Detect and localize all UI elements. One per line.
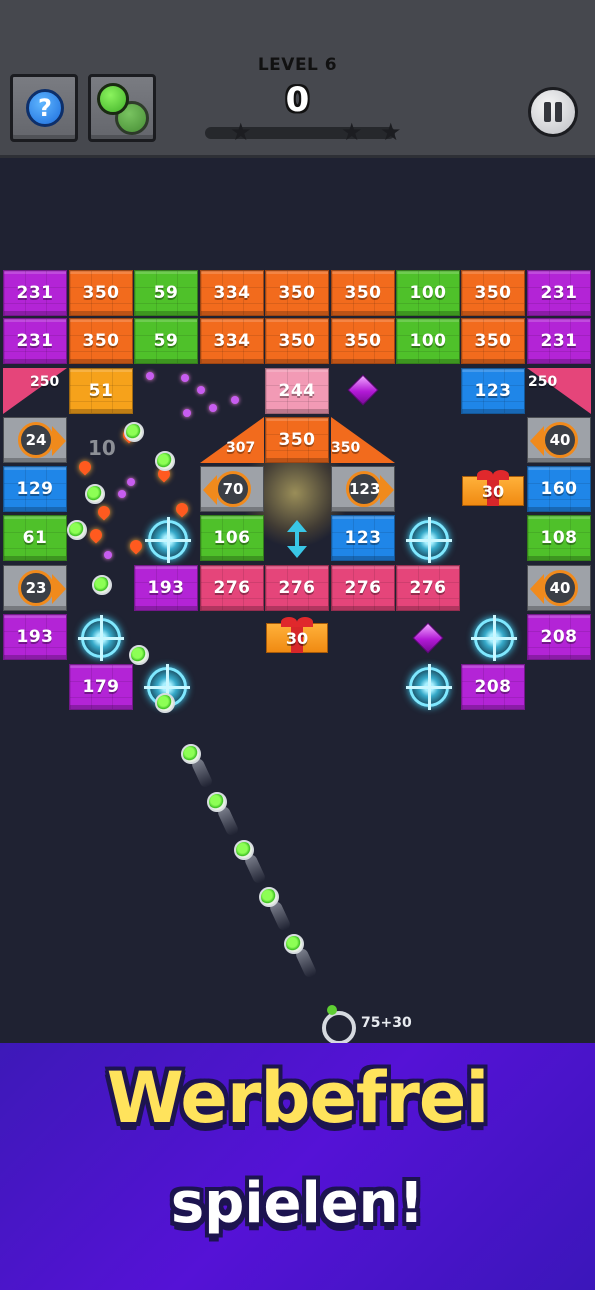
brick: 59 (134, 270, 198, 316)
spark (104, 551, 112, 559)
brick: 208 (461, 664, 525, 710)
promo-subtitle: spielen! (170, 1171, 425, 1236)
brick: 231 (527, 270, 591, 316)
spark (231, 396, 239, 404)
ball (207, 792, 227, 812)
game-board[interactable]: 231 350 59 334 350 350 100 350 231 231 3… (0, 158, 595, 1045)
flame (95, 503, 113, 521)
spark (209, 404, 217, 412)
top-hud: ? LEVEL 6 0 ★ ★ ★ (0, 0, 595, 158)
crosshair-powerup-icon (78, 615, 124, 661)
brick: 334 (200, 270, 264, 316)
brick: 231 (527, 318, 591, 364)
vertical-arrows-icon (287, 520, 307, 558)
level-label: LEVEL 6 (257, 55, 338, 75)
brick: 334 (200, 318, 264, 364)
ball (129, 645, 149, 665)
brick: 350 (69, 270, 133, 316)
brick: 193 (134, 565, 198, 611)
ring-block: 123 (331, 466, 395, 512)
ball-count: 75+30 (361, 1015, 412, 1031)
brick: 350 (265, 318, 329, 364)
promo-banner: Werbefrei spielen! (0, 1043, 595, 1290)
score-counter: 0 (285, 80, 310, 120)
brick: 276 (331, 565, 395, 611)
ring-block: 24 (3, 417, 67, 463)
ball (155, 451, 175, 471)
gift-box: 30 (266, 617, 328, 653)
star-icon: ★ (380, 118, 402, 146)
flame (173, 500, 191, 518)
brick: 61 (3, 515, 67, 561)
gift-box: 30 (462, 470, 524, 506)
brick: 129 (3, 466, 67, 512)
crosshair-powerup-icon (406, 664, 452, 710)
spark (118, 490, 126, 498)
ball (124, 422, 144, 442)
ball-launcher[interactable] (322, 1011, 356, 1045)
crosshair-powerup-icon (406, 517, 452, 563)
ball (67, 520, 87, 540)
launcher-ball (327, 1005, 337, 1015)
brick: 350 (265, 270, 329, 316)
promo-title: Werbefrei (106, 1057, 490, 1139)
ball (181, 744, 201, 764)
brick: 59 (134, 318, 198, 364)
brick: 100 (396, 270, 460, 316)
brick: 231 (3, 270, 67, 316)
brick: 123 (461, 368, 525, 414)
ball (85, 484, 105, 504)
flame (76, 458, 94, 476)
brick: 160 (527, 466, 591, 512)
brick: 350 (331, 270, 395, 316)
brick: 276 (396, 565, 460, 611)
brick: 350 (265, 417, 329, 463)
ball (155, 693, 175, 713)
brick: 244 (265, 368, 329, 414)
star-icon: ★ (230, 118, 252, 146)
brick: 276 (200, 565, 264, 611)
ring-block: 23 (3, 565, 67, 611)
brick: 350 (461, 318, 525, 364)
roof-brick-value: 307 (226, 440, 256, 456)
ball (92, 575, 112, 595)
ring-block: 40 (527, 417, 591, 463)
ball (259, 887, 279, 907)
brick: 350 (69, 318, 133, 364)
crosshair-powerup-icon (145, 517, 191, 563)
triangle-brick-value: 250 (528, 374, 558, 390)
spark (197, 386, 205, 394)
brick: 108 (527, 515, 591, 561)
brick: 350 (331, 318, 395, 364)
spark (181, 374, 189, 382)
brick: 106 (200, 515, 264, 561)
brick: 350 (461, 270, 525, 316)
roof-brick-value: 350 (331, 440, 361, 456)
brick: 123 (331, 515, 395, 561)
flame (87, 526, 105, 544)
gem-icon (412, 622, 444, 654)
ball (234, 840, 254, 860)
spark (183, 409, 191, 417)
brick: 208 (527, 614, 591, 660)
spark (146, 372, 154, 380)
ball (284, 934, 304, 954)
triangle-brick-value: 250 (30, 374, 60, 390)
ring-block: 40 (527, 565, 591, 611)
spark (127, 478, 135, 486)
flame (127, 537, 145, 555)
brick: 100 (396, 318, 460, 364)
brick: 179 (69, 664, 133, 710)
ring-block: 70 (200, 466, 264, 512)
brick: 193 (3, 614, 67, 660)
brick: 276 (265, 565, 329, 611)
pause-button[interactable] (528, 87, 578, 137)
brick: 231 (3, 318, 67, 364)
brick: 51 (69, 368, 133, 414)
floating-number: 10 (88, 436, 116, 460)
gem-icon (347, 374, 379, 406)
crosshair-powerup-icon (471, 615, 517, 661)
star-icon: ★ (341, 118, 363, 146)
